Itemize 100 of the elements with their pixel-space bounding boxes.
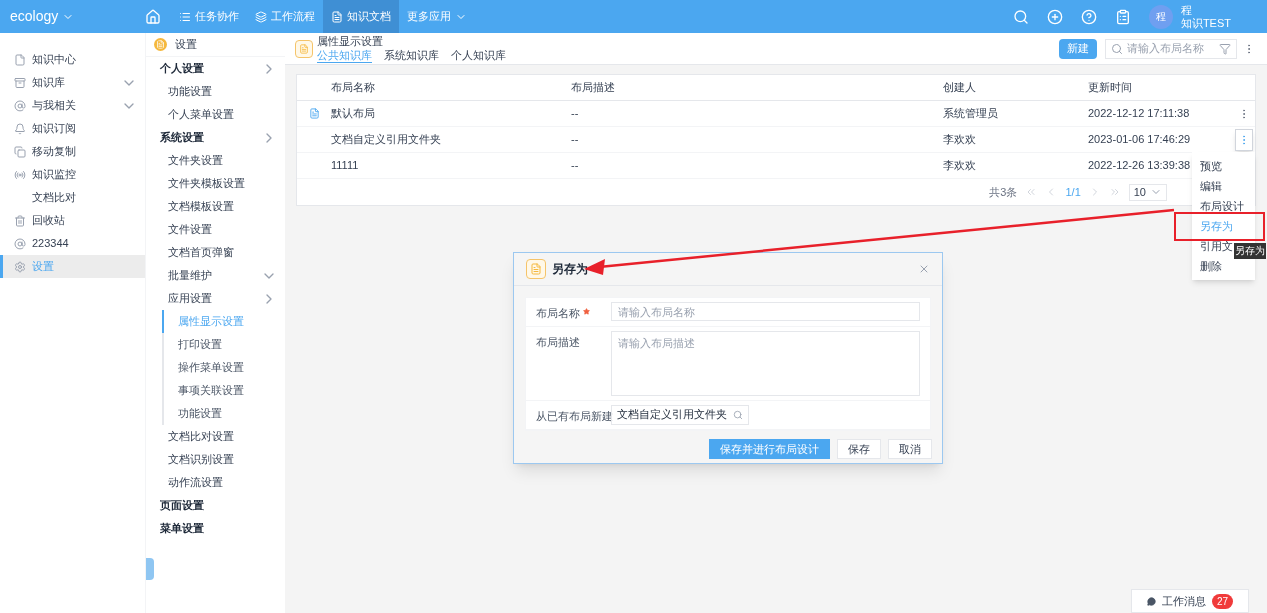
tree-item[interactable]: 文件夹设置 [146, 149, 285, 172]
column-header: 布局描述 [571, 81, 615, 94]
document-icon [14, 53, 26, 66]
table-row[interactable]: 默认布局 -- 系统管理员 2022-12-12 17:11:38 [297, 101, 1255, 127]
settings-icon [14, 260, 26, 273]
textarea-field[interactable]: 请输入布局描述 [611, 330, 920, 396]
at-sign-icon [14, 99, 26, 112]
at-sign-icon [14, 237, 26, 250]
message-bar[interactable]: 工作消息 27 [1131, 589, 1249, 613]
tree-item[interactable]: 动作流设置 [146, 471, 285, 494]
tree-item[interactable]: 文档首页弹窗 [146, 241, 285, 264]
tab[interactable]: 个人知识库 [451, 47, 506, 63]
table-cell: 李欢欢 [943, 133, 976, 146]
sidebar-item[interactable]: 223344 [0, 232, 145, 255]
tree-item[interactable]: 批量维护 [146, 264, 285, 287]
collapse-handle[interactable] [146, 558, 154, 580]
message-label: 工作消息 [1161, 593, 1206, 609]
sidebar-item[interactable]: 与我相关 [0, 94, 145, 117]
search-input[interactable]: 请输入布局名称 [1127, 40, 1215, 57]
tooltip: 另存为 [1234, 243, 1266, 259]
search-box[interactable]: 请输入布局名称 [1105, 38, 1237, 59]
panel-title: 设置 [175, 37, 197, 53]
search-icon[interactable] [733, 409, 743, 420]
tree-item[interactable]: 功能设置 [146, 80, 285, 103]
tree-item[interactable]: 系统设置 [146, 126, 285, 149]
sidebar-item[interactable]: 知识监控 [0, 163, 145, 186]
list-icon [179, 10, 191, 23]
search-icon [1111, 42, 1123, 55]
tree-item[interactable]: 打印设置 [162, 333, 285, 356]
table-cell: 文档自定义引用文件夹 [331, 133, 441, 146]
tree-item[interactable]: 事项关联设置 [162, 379, 285, 402]
tree-item[interactable]: 文件设置 [146, 218, 285, 241]
total-count: 共3条 [989, 184, 1018, 200]
help-icon[interactable] [1080, 8, 1097, 25]
sidebar-item[interactable]: 移动复制 [0, 140, 145, 163]
menu-item[interactable]: 引用文 [1200, 240, 1233, 252]
filter-icon[interactable] [1219, 42, 1231, 55]
tree-item[interactable]: 个人设置 [146, 57, 285, 80]
table-cell: -- [571, 159, 579, 172]
field-label: 从已有布局新建 [536, 408, 613, 424]
home-icon[interactable] [145, 8, 161, 25]
document-badge-icon [154, 38, 167, 51]
table-cell: 李欢欢 [943, 159, 976, 172]
close-icon[interactable] [918, 263, 930, 275]
tab[interactable]: 系统知识库 [384, 47, 439, 63]
document-icon [331, 10, 343, 23]
required-icon [583, 308, 590, 315]
column-header: 创建人 [943, 81, 976, 94]
dialog-icon [526, 259, 546, 279]
trash-icon [14, 214, 26, 227]
table-cell: 默认布局 [331, 107, 375, 120]
search-icon[interactable] [1012, 8, 1029, 25]
input-field[interactable]: 请输入布局名称 [611, 302, 920, 321]
document-icon [308, 108, 320, 119]
browse-field[interactable]: 文档自定义引用文件夹 [611, 404, 749, 425]
sidebar-item[interactable]: 回收站 [0, 209, 145, 232]
menu-item[interactable]: 编辑 [1200, 180, 1222, 192]
table-cell: 2022-12-12 17:11:38 [1088, 107, 1190, 120]
last-page-icon[interactable] [1108, 186, 1121, 198]
field-label: 布局名称 [536, 306, 580, 321]
menu-item[interactable]: 删除 [1200, 260, 1222, 272]
broadcast-icon [14, 168, 26, 181]
tree-item[interactable]: 应用设置 [146, 287, 285, 310]
dialog-title: 另存为 [552, 261, 588, 278]
table-row[interactable]: 文档自定义引用文件夹 -- 李欢欢 2023-01-06 17:46:29 [297, 127, 1255, 153]
tree-item[interactable]: 个人菜单设置 [146, 103, 285, 126]
tree-item[interactable]: 页面设置 [146, 494, 285, 517]
field-label: 布局描述 [536, 334, 580, 350]
page-size-select[interactable]: 10 [1128, 183, 1167, 201]
page-icon [295, 39, 313, 58]
count-badge: 27 [1211, 593, 1234, 609]
table-cell: 系统管理员 [943, 107, 998, 120]
column-header: 布局名称 [331, 81, 375, 94]
tree-item[interactable]: 文档识别设置 [146, 448, 285, 471]
menu-item[interactable]: 预览 [1200, 160, 1222, 172]
bell-icon [14, 122, 26, 135]
page-title: 属性显示设置 [317, 34, 384, 48]
sidebar-item[interactable]: 知识库 [0, 71, 145, 94]
table-cell: -- [571, 107, 579, 120]
tree-item[interactable]: 操作菜单设置 [162, 356, 285, 379]
archive-icon [14, 76, 26, 89]
page-indicator: 1/1 [1065, 184, 1081, 200]
table-cell: 11111 [331, 159, 359, 172]
sidebar-item[interactable]: 知识订阅 [0, 117, 145, 140]
dialog-button[interactable]: 取消 [888, 439, 932, 459]
row-actions-button[interactable] [1235, 128, 1253, 151]
dialog-button[interactable]: 保存 [837, 439, 881, 459]
tree-item[interactable]: 文档模板设置 [146, 195, 285, 218]
tree-item[interactable]: 文件夹模板设置 [146, 172, 285, 195]
tree-item[interactable]: 文档比对设置 [146, 425, 285, 448]
sidebar-item[interactable]: 文档比对 [0, 186, 145, 209]
sidebar-item[interactable]: 知识中心 [0, 48, 145, 71]
notes-icon[interactable] [1114, 8, 1131, 25]
plus-circle-icon[interactable] [1046, 8, 1063, 25]
tree-item[interactable]: 功能设置 [162, 402, 285, 425]
user-org: 知识TEST [1180, 16, 1231, 30]
chat-icon [1146, 596, 1156, 606]
menu-item[interactable]: 布局设计 [1200, 200, 1244, 212]
tree-item[interactable]: 菜单设置 [146, 517, 285, 540]
first-page-icon[interactable] [1025, 186, 1038, 198]
